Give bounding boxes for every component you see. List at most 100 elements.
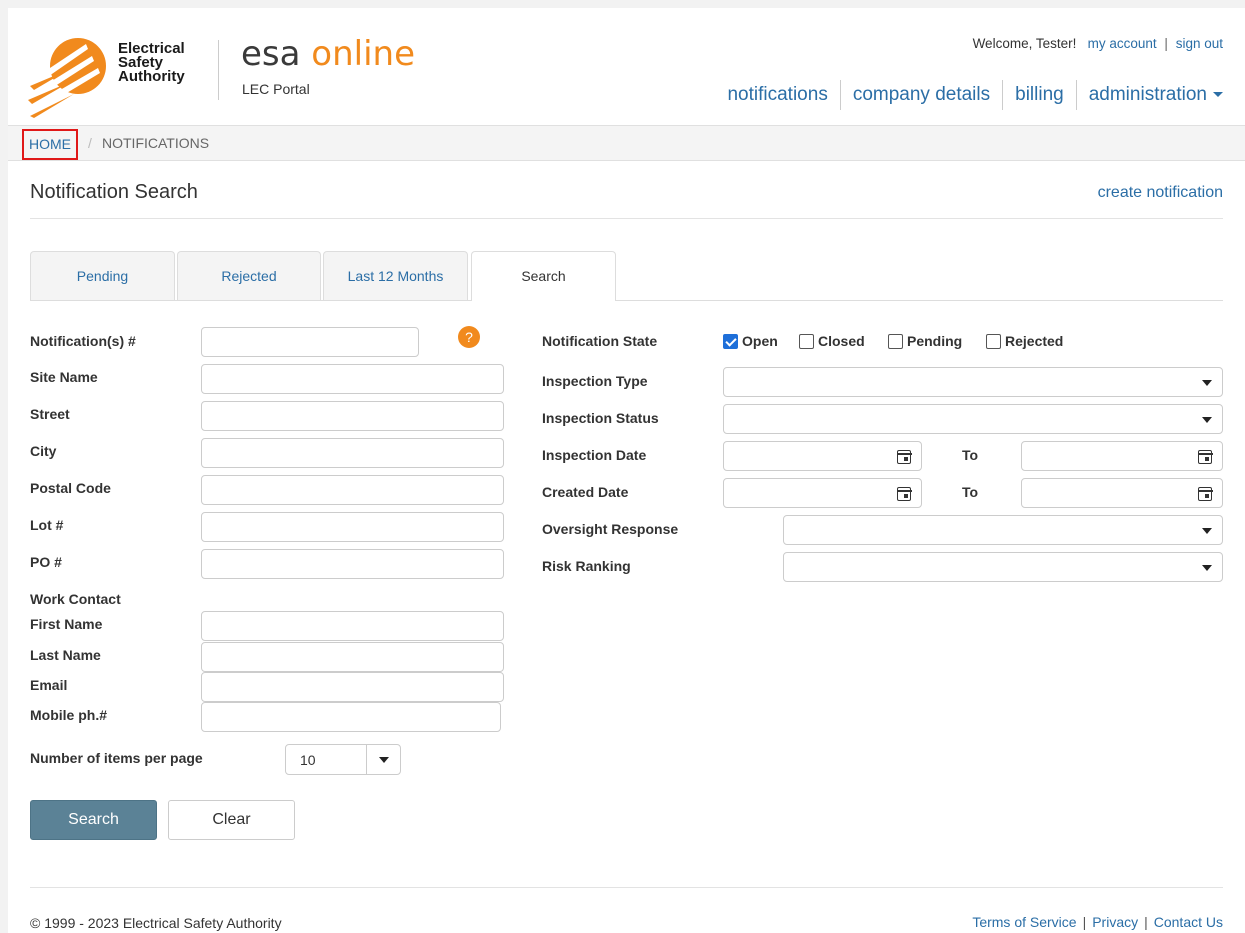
portal-name: LEC Portal bbox=[242, 81, 310, 97]
notification-number-input[interactable] bbox=[201, 327, 419, 357]
inspection-date-to-input[interactable] bbox=[1021, 441, 1223, 471]
inspection-date-label: Inspection Date bbox=[542, 447, 647, 463]
copyright: © 1999 - 2023 Electrical Safety Authorit… bbox=[30, 915, 282, 931]
state-rejected-checkbox[interactable]: Rejected bbox=[986, 333, 1063, 349]
title-divider bbox=[30, 218, 1223, 219]
tab-last-12-months[interactable]: Last 12 Months bbox=[323, 251, 468, 300]
first-name-input[interactable] bbox=[201, 611, 504, 641]
mobile-input[interactable] bbox=[201, 702, 501, 732]
postal-code-input[interactable] bbox=[201, 475, 504, 505]
inspection-date-to-label: To bbox=[962, 447, 979, 463]
state-pending-label: Pending bbox=[907, 333, 963, 349]
select-divider bbox=[366, 745, 367, 774]
notification-state-label: Notification State bbox=[542, 333, 658, 349]
breadcrumb: HOME / NOTIFICATIONS bbox=[8, 125, 1245, 161]
nav-administration[interactable]: administration bbox=[1075, 80, 1223, 110]
app-title: esa online bbox=[241, 34, 415, 74]
checkbox-checked-icon bbox=[723, 333, 738, 349]
street-label: Street bbox=[30, 406, 70, 422]
breadcrumb-separator: / bbox=[88, 135, 92, 151]
tab-search[interactable]: Search bbox=[471, 251, 616, 301]
inspection-type-select[interactable] bbox=[723, 367, 1223, 397]
chevron-down-icon bbox=[1202, 565, 1212, 571]
calendar-icon[interactable] bbox=[1197, 448, 1213, 464]
sign-out-link[interactable]: sign out bbox=[1176, 36, 1223, 51]
risk-ranking-select[interactable] bbox=[783, 552, 1223, 582]
inspection-date-from-input[interactable] bbox=[723, 441, 922, 471]
brand-org-name: Electrical Safety Authority bbox=[118, 40, 185, 85]
help-icon[interactable]: ? bbox=[458, 326, 480, 348]
created-date-to-label: To bbox=[962, 484, 979, 500]
inspection-status-label: Inspection Status bbox=[542, 410, 659, 426]
calendar-icon[interactable] bbox=[1197, 485, 1213, 501]
inspection-type-label: Inspection Type bbox=[542, 373, 648, 389]
created-date-label: Created Date bbox=[542, 484, 629, 500]
brand-divider bbox=[218, 40, 219, 100]
items-per-page-select[interactable]: 10 bbox=[285, 744, 401, 775]
email-input[interactable] bbox=[201, 672, 504, 702]
contact-link[interactable]: Contact Us bbox=[1154, 914, 1223, 930]
my-account-link[interactable]: my account bbox=[1088, 36, 1157, 51]
main-nav: notifications company details billing ad… bbox=[727, 80, 1223, 110]
search-button[interactable]: Search bbox=[30, 800, 157, 840]
checkbox-unchecked-icon bbox=[986, 333, 1001, 349]
chevron-down-icon bbox=[1202, 528, 1212, 534]
site-name-label: Site Name bbox=[30, 369, 98, 385]
calendar-icon[interactable] bbox=[896, 485, 912, 501]
oversight-response-select[interactable] bbox=[783, 515, 1223, 545]
chevron-down-icon bbox=[1202, 380, 1212, 386]
mobile-label: Mobile ph.# bbox=[30, 707, 107, 723]
nav-notifications[interactable]: notifications bbox=[727, 80, 839, 110]
terms-link[interactable]: Terms of Service bbox=[972, 914, 1076, 930]
tab-pending[interactable]: Pending bbox=[30, 251, 175, 300]
tab-rejected[interactable]: Rejected bbox=[177, 251, 321, 300]
create-notification-link[interactable]: create notification bbox=[1098, 184, 1223, 202]
tab-bar: Pending Rejected Last 12 Months Search bbox=[30, 251, 1223, 301]
site-name-input[interactable] bbox=[201, 364, 504, 394]
state-closed-checkbox[interactable]: Closed bbox=[799, 333, 865, 349]
work-contact-heading: Work Contact bbox=[30, 591, 121, 607]
nav-billing[interactable]: billing bbox=[1002, 80, 1076, 110]
welcome-text: Welcome, Tester! bbox=[972, 36, 1077, 51]
city-label: City bbox=[30, 443, 57, 459]
nav-company-details[interactable]: company details bbox=[839, 80, 1002, 110]
email-label: Email bbox=[30, 677, 68, 693]
chevron-down-icon bbox=[1202, 417, 1212, 423]
state-pending-checkbox[interactable]: Pending bbox=[888, 333, 962, 349]
items-per-page-label: Number of items per page bbox=[30, 750, 203, 766]
footer-separator: | bbox=[1144, 914, 1148, 930]
notification-number-label: Notification(s) # bbox=[30, 333, 136, 349]
site-logo[interactable]: Electrical Safety Authority esa online L… bbox=[28, 30, 438, 120]
footer-divider bbox=[30, 887, 1223, 888]
state-rejected-label: Rejected bbox=[1005, 333, 1064, 349]
account-bar: Welcome, Tester! my account | sign out bbox=[973, 36, 1223, 51]
breadcrumb-current: NOTIFICATIONS bbox=[102, 135, 210, 151]
clear-button[interactable]: Clear bbox=[168, 800, 295, 840]
items-per-page-value: 10 bbox=[300, 752, 316, 768]
first-name-label: First Name bbox=[30, 616, 103, 632]
street-input[interactable] bbox=[201, 401, 504, 431]
last-name-label: Last Name bbox=[30, 647, 101, 663]
last-name-input[interactable] bbox=[201, 642, 504, 672]
risk-ranking-label: Risk Ranking bbox=[542, 558, 631, 574]
state-closed-label: Closed bbox=[818, 333, 865, 349]
privacy-link[interactable]: Privacy bbox=[1092, 914, 1138, 930]
po-input[interactable] bbox=[201, 549, 504, 579]
created-date-from-input[interactable] bbox=[723, 478, 922, 508]
nav-administration-label: administration bbox=[1088, 84, 1207, 105]
state-open-checkbox[interactable]: Open bbox=[723, 333, 778, 349]
chevron-down-icon bbox=[379, 757, 389, 763]
inspection-status-select[interactable] bbox=[723, 404, 1223, 434]
esa-logo-icon bbox=[28, 38, 106, 118]
created-date-to-input[interactable] bbox=[1021, 478, 1223, 508]
footer-links: Terms of Service | Privacy | Contact Us bbox=[972, 914, 1223, 930]
state-open-label: Open bbox=[742, 333, 778, 349]
oversight-response-label: Oversight Response bbox=[542, 521, 679, 537]
lot-input[interactable] bbox=[201, 512, 504, 542]
top-border bbox=[0, 0, 1245, 8]
lot-label: Lot # bbox=[30, 517, 64, 533]
calendar-icon[interactable] bbox=[896, 448, 912, 464]
city-input[interactable] bbox=[201, 438, 504, 468]
checkbox-unchecked-icon bbox=[799, 333, 814, 349]
breadcrumb-home[interactable]: HOME bbox=[22, 129, 78, 160]
